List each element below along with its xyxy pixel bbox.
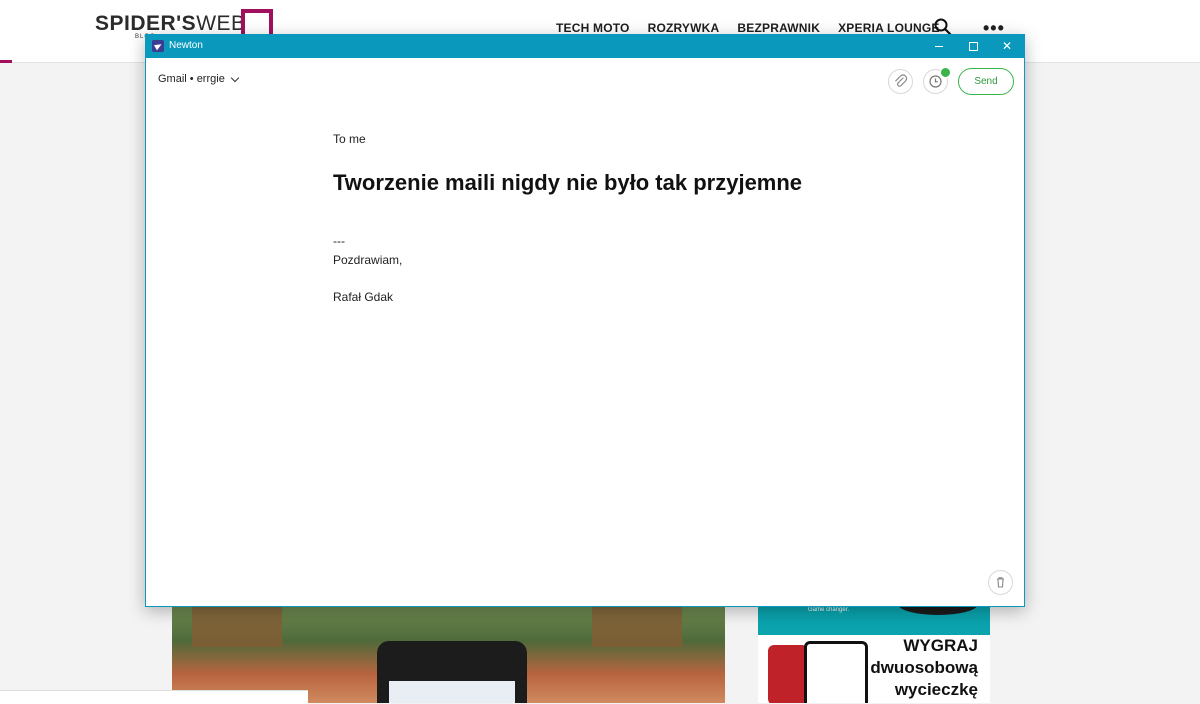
advertisement[interactable]: Game changer. WYGRAJ dwuosobową wycieczk… (758, 607, 990, 703)
nav-item-bezprawnik[interactable]: BEZPRAWNIK (737, 21, 820, 35)
site-nav: TECH MOTO ROZRYWKA BEZPRAWNIK XPERIA LOU… (556, 21, 940, 35)
maximize-icon (969, 42, 978, 51)
close-button[interactable]: ✕ (990, 35, 1024, 58)
ad-tagline: Game changer. (808, 607, 850, 613)
signature-separator[interactable]: --- (333, 234, 345, 248)
subject-field[interactable]: Tworzenie maili nigdy nie było tak przyj… (333, 170, 802, 196)
signature-name[interactable]: Rafał Gdak (333, 290, 393, 304)
trash-icon (997, 577, 1004, 588)
newton-window: Newton ✕ Gmail • errgie Send To me Tworz… (145, 34, 1025, 607)
check-badge-icon (940, 67, 951, 78)
signature-greeting[interactable]: Pozdrawiam, (333, 253, 402, 267)
logo-text: SPIDER'SWEB (95, 12, 246, 35)
minimize-button[interactable] (922, 35, 956, 58)
paperclip-icon (895, 74, 908, 87)
article-image[interactable] (172, 607, 725, 703)
minimize-icon (935, 46, 943, 47)
window-titlebar[interactable]: Newton ✕ (146, 35, 1024, 58)
send-button[interactable]: Send (958, 68, 1014, 95)
umbrella-shape (192, 607, 282, 647)
ad-phone-white (804, 641, 868, 703)
accent-bar (0, 60, 12, 63)
ad-title-line-2: dwuosobową (870, 658, 978, 677)
ad-title-line-1: WYGRAJ (903, 636, 978, 655)
umbrella-shape (592, 607, 682, 647)
ad-title: WYGRAJ dwuosobową wycieczkę (866, 635, 978, 701)
logo-mark (241, 9, 273, 37)
nav-item-tech-moto[interactable]: TECH MOTO (556, 21, 630, 35)
schedule-send-button[interactable] (923, 67, 951, 94)
chevron-down-icon (230, 73, 240, 82)
discard-draft-button[interactable] (988, 570, 1013, 595)
phone-image (377, 641, 527, 703)
nav-item-rozrywka[interactable]: ROZRYWKA (648, 21, 720, 35)
ad-phone-red (768, 645, 808, 703)
recipient-line[interactable]: To me (333, 132, 366, 146)
maximize-button[interactable] (956, 35, 990, 58)
window-title: Newton (169, 40, 203, 51)
account-label: Gmail • errgie (158, 73, 225, 85)
phone-screen (389, 681, 515, 703)
newton-app-icon (152, 40, 164, 52)
account-selector[interactable]: Gmail • errgie (158, 73, 240, 85)
nav-item-xperia-lounge[interactable]: XPERIA LOUNGE (838, 21, 940, 35)
ad-title-line-3: wycieczkę (894, 680, 978, 699)
bottom-panel (0, 690, 308, 704)
attach-button[interactable] (888, 69, 913, 94)
